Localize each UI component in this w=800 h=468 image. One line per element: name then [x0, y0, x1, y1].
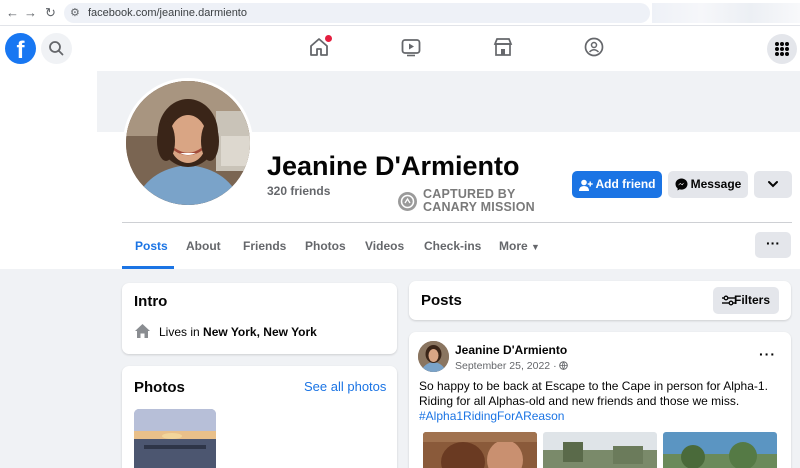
messenger-icon	[675, 178, 688, 191]
search-icon	[49, 41, 64, 56]
facebook-header: f	[0, 26, 800, 71]
watermark-line-2: CANARY MISSION	[423, 200, 535, 214]
add-friend-label: Add friend	[595, 177, 656, 191]
filters-icon	[722, 295, 735, 306]
see-all-photos-link[interactable]: See all photos	[304, 379, 386, 394]
author-avatar-image	[418, 341, 449, 372]
browser-toolbar: ← → ↻ ⚙ facebook.com/jeanine.darmiento	[0, 0, 800, 26]
post-options-button[interactable]: ···	[759, 346, 776, 362]
reload-icon[interactable]: ↻	[45, 5, 56, 21]
groups-icon[interactable]	[583, 36, 605, 58]
add-friend-icon	[578, 179, 593, 191]
post-hashtag-link[interactable]: #Alpha1RidingForAReason	[419, 409, 784, 424]
tab-posts[interactable]: Posts	[135, 239, 168, 253]
home-location-icon	[135, 324, 150, 338]
chevron-down-icon	[768, 181, 778, 188]
profile-more-dropdown[interactable]	[754, 171, 792, 198]
message-label: Message	[690, 177, 742, 191]
globe-icon	[559, 361, 569, 371]
watermark-logo-icon	[398, 192, 417, 211]
intro-card: Intro Lives in New York, New York	[122, 283, 397, 354]
profile-name: Jeanine D'Armiento	[267, 151, 520, 181]
photo-thumbnail[interactable]	[134, 409, 216, 468]
tab-more[interactable]: More ▼	[499, 239, 540, 253]
tab-about[interactable]: About	[186, 239, 221, 253]
tab-videos[interactable]: Videos	[365, 239, 404, 253]
posts-title: Posts	[421, 292, 462, 309]
filters-button[interactable]: Filters	[713, 287, 779, 314]
sunset-photo-image	[134, 409, 216, 468]
photos-title: Photos	[134, 379, 185, 396]
blurred-toolbar-area	[652, 3, 800, 23]
friends-count[interactable]: 320 friends	[267, 184, 330, 198]
post-photo-image-2	[543, 432, 657, 468]
profile-picture[interactable]	[123, 78, 253, 208]
post-photo-image-3	[663, 432, 777, 468]
profile-photo-image	[126, 81, 250, 205]
post-author-avatar[interactable]	[418, 341, 449, 372]
lives-prefix: Lives in	[159, 325, 204, 339]
notification-dot	[325, 35, 332, 42]
posts-header-card: Posts Filters	[409, 281, 791, 320]
tab-photos[interactable]: Photos	[305, 239, 346, 253]
active-tab-indicator	[122, 266, 174, 269]
marketplace-icon[interactable]	[492, 36, 514, 58]
post-date-text: September 25, 2022 ·	[455, 360, 560, 372]
lives-in-text: Lives in New York, New York	[159, 325, 317, 339]
url-text: facebook.com/jeanine.darmiento	[88, 7, 247, 19]
watermark-text: CAPTURED BY CANARY MISSION	[423, 188, 535, 214]
address-bar[interactable]: ⚙ facebook.com/jeanine.darmiento	[64, 3, 650, 23]
back-arrow-icon[interactable]: ←	[6, 5, 19, 20]
add-friend-button[interactable]: Add friend	[572, 171, 662, 198]
menu-grid-icon	[775, 42, 789, 56]
post-text: So happy to be back at Escape to the Cap…	[419, 379, 784, 424]
post-date[interactable]: September 25, 2022 ·	[455, 360, 569, 372]
tab-more-label: More	[499, 239, 528, 253]
post-photo-image-1	[423, 432, 537, 468]
post-card: Jeanine D'Armiento September 25, 2022 · …	[409, 332, 791, 468]
intro-title: Intro	[134, 293, 168, 310]
profile-left-margin	[0, 71, 97, 132]
post-body-text: So happy to be back at Escape to the Cap…	[419, 379, 768, 408]
post-image-3[interactable]	[663, 432, 777, 468]
menu-button[interactable]	[767, 34, 797, 64]
message-button[interactable]: Message	[668, 171, 748, 198]
post-image-2[interactable]	[543, 432, 657, 468]
tab-checkins[interactable]: Check-ins	[424, 239, 481, 253]
search-button[interactable]	[41, 33, 72, 64]
caret-down-icon: ▼	[531, 242, 540, 252]
watch-icon[interactable]	[400, 36, 422, 58]
more-dots-icon: ···	[766, 235, 780, 251]
filters-label: Filters	[733, 293, 770, 307]
site-settings-icon[interactable]: ⚙	[70, 6, 80, 19]
photos-card: Photos See all photos	[122, 366, 397, 468]
tab-friends[interactable]: Friends	[243, 239, 286, 253]
post-author-name[interactable]: Jeanine D'Armiento	[455, 343, 567, 357]
lives-place-link[interactable]: New York, New York	[203, 325, 317, 339]
post-image-1[interactable]	[423, 432, 537, 468]
tabs-overflow-button[interactable]: ···	[755, 232, 791, 258]
logo-letter: f	[16, 37, 25, 64]
forward-arrow-icon[interactable]: →	[24, 5, 37, 20]
facebook-logo[interactable]: f	[5, 33, 36, 64]
profile-divider	[122, 222, 792, 223]
